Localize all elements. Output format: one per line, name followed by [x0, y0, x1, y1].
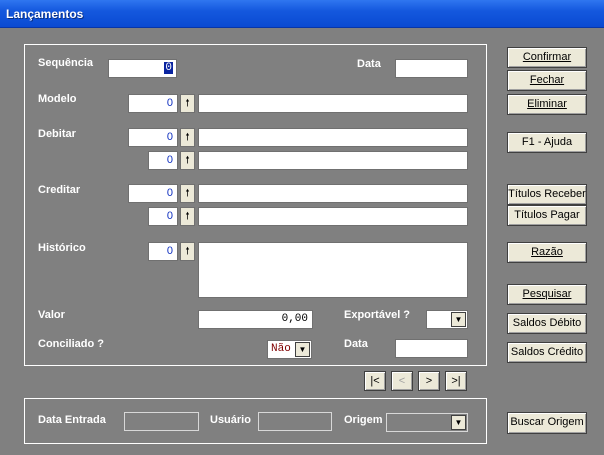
ajuda-button[interactable]: F1 - Ajuda — [507, 132, 587, 153]
chevron-down-icon[interactable]: ▼ — [451, 415, 466, 430]
buscar-origem-button[interactable]: Buscar Origem — [507, 412, 587, 434]
historico-code-field[interactable]: 0 — [148, 242, 178, 261]
data2-field[interactable] — [395, 339, 468, 358]
historico-text-area[interactable] — [198, 242, 468, 298]
historico-lookup-button[interactable]: 🠕 — [180, 242, 195, 261]
modelo-lookup-button[interactable]: 🠕 — [180, 94, 195, 113]
sequencia-label: Sequência — [38, 57, 94, 69]
exportavel-select[interactable]: ▼ — [426, 310, 468, 329]
fechar-button[interactable]: Fechar — [507, 70, 587, 91]
creditar-subcode-field[interactable]: 0 — [148, 207, 178, 226]
data-entrada-label: Data Entrada — [38, 414, 106, 426]
data2-label: Data — [344, 338, 368, 350]
window-titlebar: Lançamentos — [0, 0, 604, 28]
debitar-code-field[interactable]: 0 — [128, 128, 178, 147]
nav-next-button[interactable]: > — [418, 371, 440, 391]
creditar-label: Creditar — [38, 184, 81, 196]
usuario-field — [258, 412, 332, 431]
modelo-code-field[interactable]: 0 — [128, 94, 178, 113]
titulos-pagar-button[interactable]: Títulos Pagar — [507, 205, 587, 226]
confirmar-button[interactable]: Confirmar — [507, 47, 587, 68]
debitar-sub-lookup-button[interactable]: 🠕 — [180, 151, 195, 170]
modelo-label: Modelo — [38, 93, 77, 105]
creditar-sub-lookup-button[interactable]: 🠕 — [180, 207, 195, 226]
origem-select[interactable]: ▼ — [386, 413, 468, 432]
titulos-receber-button[interactable]: Títulos Receber — [507, 184, 587, 205]
data-label: Data — [357, 58, 381, 70]
exportavel-label: Exportável ? — [344, 309, 411, 321]
debitar-label: Debitar — [38, 128, 76, 140]
eliminar-button[interactable]: Eliminar — [507, 94, 587, 115]
debitar-subdesc-field[interactable] — [198, 151, 468, 170]
conciliado-label: Conciliado ? — [38, 338, 104, 350]
fechar-label: Fechar — [529, 74, 565, 86]
pesquisar-label: Pesquisar — [522, 288, 572, 300]
confirmar-label: Confirmar — [522, 51, 572, 63]
sequencia-field[interactable]: 0 — [108, 59, 177, 78]
origem-label: Origem — [344, 414, 383, 426]
nav-prev-button[interactable]: < — [391, 371, 413, 391]
data-field[interactable] — [395, 59, 468, 78]
razao-label: Razão — [531, 246, 563, 258]
modelo-desc-field[interactable] — [198, 94, 468, 113]
chevron-down-icon[interactable]: ▼ — [295, 342, 310, 357]
chevron-down-icon[interactable]: ▼ — [451, 312, 466, 327]
sequencia-value: 0 — [164, 62, 173, 74]
debitar-desc-field[interactable] — [198, 128, 468, 147]
valor-label: Valor — [38, 309, 65, 321]
data-entrada-field — [124, 412, 199, 431]
eliminar-label: Eliminar — [527, 98, 567, 110]
debitar-lookup-button[interactable]: 🠕 — [180, 128, 195, 147]
nav-first-button[interactable]: |< — [364, 371, 386, 391]
window-title: Lançamentos — [6, 7, 84, 21]
creditar-desc-field[interactable] — [198, 184, 468, 203]
saldos-debito-button[interactable]: Saldos Débito — [507, 313, 587, 334]
conciliado-select[interactable]: Não ▼ — [267, 340, 312, 359]
creditar-code-field[interactable]: 0 — [128, 184, 178, 203]
razao-button[interactable]: Razão — [507, 242, 587, 263]
creditar-lookup-button[interactable]: 🠕 — [180, 184, 195, 203]
pesquisar-button[interactable]: Pesquisar — [507, 284, 587, 305]
creditar-subdesc-field[interactable] — [198, 207, 468, 226]
conciliado-value: Não — [271, 343, 291, 355]
debitar-subcode-field[interactable]: 0 — [148, 151, 178, 170]
usuario-label: Usuário — [210, 414, 251, 426]
saldos-credito-button[interactable]: Saldos Crédito — [507, 342, 587, 363]
nav-last-button[interactable]: >| — [445, 371, 467, 391]
historico-label: Histórico — [38, 242, 86, 254]
valor-field[interactable]: 0,00 — [198, 310, 313, 329]
